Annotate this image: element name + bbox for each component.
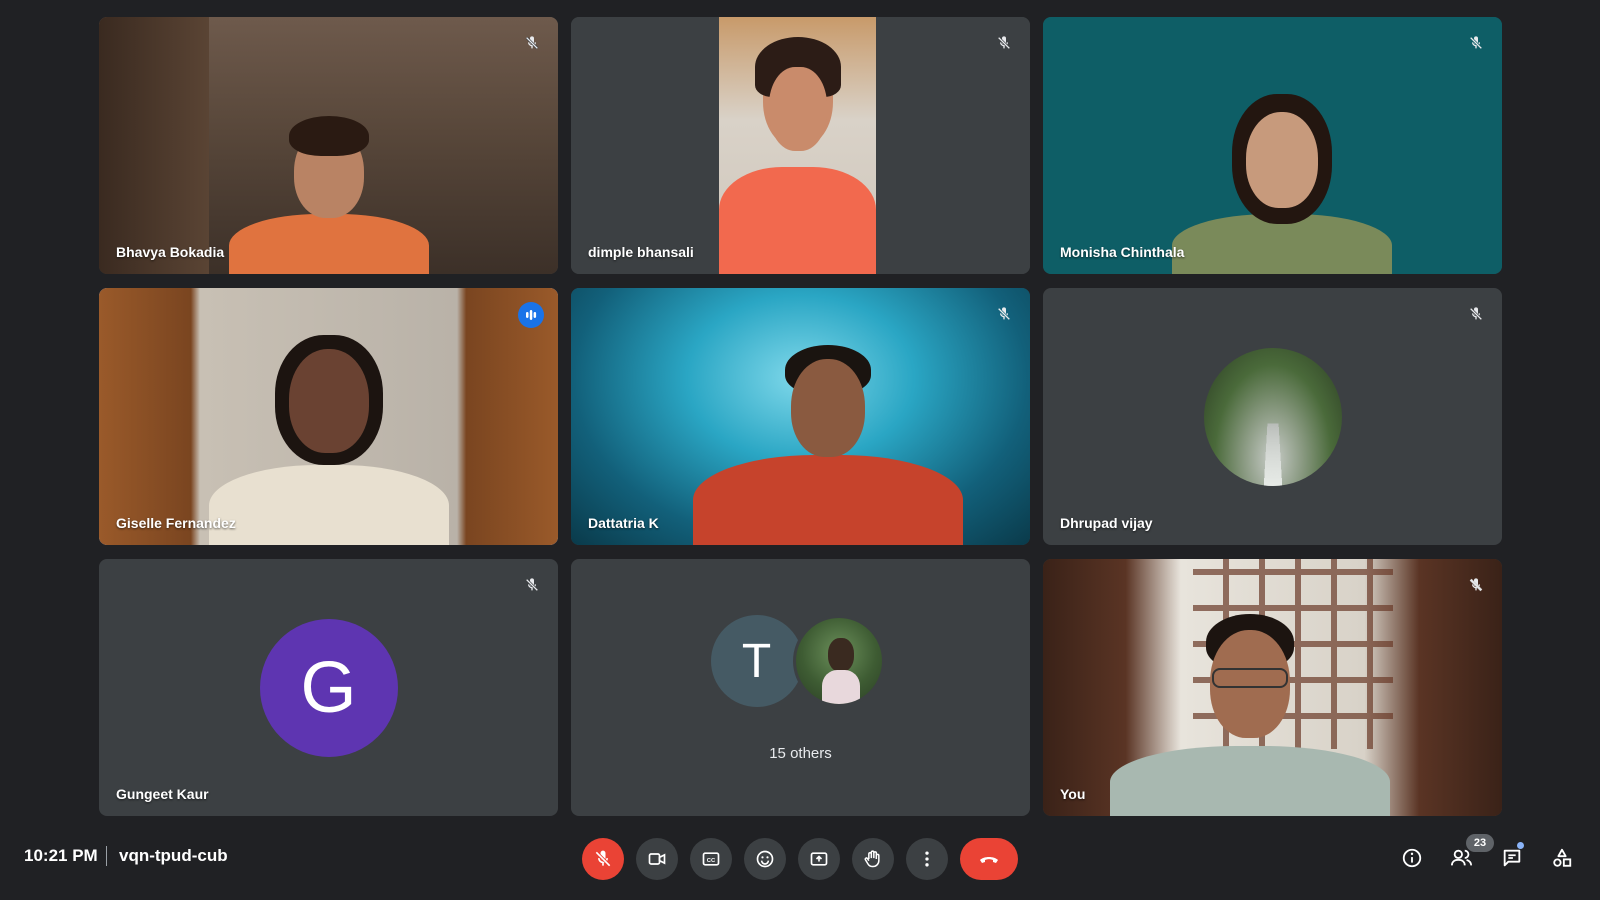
- activities-icon: [1553, 848, 1572, 867]
- mic-off-icon: [1464, 573, 1488, 597]
- avatar-letter: G: [300, 647, 357, 728]
- participant-name: Gungeet Kaur: [116, 786, 209, 802]
- mic-toggle-button[interactable]: [582, 838, 624, 880]
- reactions-button[interactable]: [744, 838, 786, 880]
- avatar: G: [259, 618, 398, 757]
- captions-icon: CC: [702, 852, 720, 866]
- chat-icon: [1503, 849, 1521, 867]
- mic-off-icon: [595, 850, 611, 867]
- mic-off-icon: [992, 302, 1016, 326]
- raise-hand-button[interactable]: [852, 838, 894, 880]
- glasses: [1211, 668, 1288, 688]
- mic-off-icon: [1464, 31, 1488, 55]
- raise-hand-icon: [864, 850, 880, 868]
- avatar-photo: [792, 615, 885, 707]
- participant-name: Giselle Fernandez: [116, 515, 236, 531]
- participant-video: [1109, 606, 1390, 816]
- leave-call-button[interactable]: [960, 838, 1018, 880]
- captions-button[interactable]: CC: [690, 838, 732, 880]
- profile-photo: [1203, 347, 1342, 486]
- mic-off-icon: [520, 31, 544, 55]
- participant-tile-gungeet[interactable]: G Gungeet Kaur: [99, 559, 558, 816]
- svg-text:CC: CC: [707, 858, 716, 864]
- activities-button[interactable]: [1542, 838, 1582, 878]
- unread-dot: [1517, 842, 1524, 849]
- participant-tile-dhrupad[interactable]: Dhrupad vijay: [1043, 288, 1502, 545]
- camera-toggle-button[interactable]: [636, 838, 678, 880]
- others-avatars: T: [710, 615, 891, 711]
- participant-name: Dattatria K: [588, 515, 659, 531]
- participant-name: You: [1060, 786, 1086, 802]
- participant-tile-monisha[interactable]: Monisha Chinthala: [1043, 17, 1502, 274]
- more-options-button[interactable]: [906, 838, 948, 880]
- others-tile[interactable]: T 15 others: [571, 559, 1030, 816]
- participant-tile-dimple[interactable]: dimple bhansali: [571, 17, 1030, 274]
- present-button[interactable]: [798, 838, 840, 880]
- leave-call-icon: [980, 857, 998, 863]
- participant-name: Dhrupad vijay: [1060, 515, 1153, 531]
- participant-tile-giselle[interactable]: Giselle Fernandez: [99, 288, 558, 545]
- video-feed: [719, 17, 876, 274]
- avatar-letter: T: [741, 634, 772, 688]
- speaking-indicator-icon: [518, 302, 544, 328]
- mic-off-icon: [992, 31, 1016, 55]
- participant-video: [1171, 94, 1392, 274]
- meeting-code: vqn-tpud-cub: [119, 846, 228, 865]
- people-count-badge: 23: [1466, 834, 1494, 852]
- participant-name: Bhavya Bokadia: [116, 244, 225, 260]
- info-icon: [1402, 848, 1422, 868]
- participant-tile-dattatria[interactable]: Dattatria K: [571, 288, 1030, 545]
- people-button[interactable]: 23: [1442, 834, 1494, 878]
- others-count: 15 others: [769, 745, 832, 762]
- mic-off-icon: [1464, 302, 1488, 326]
- emoji-icon: [756, 850, 774, 868]
- participant-video: [228, 104, 429, 274]
- avatar: T: [710, 615, 803, 707]
- camera-icon: [648, 853, 666, 865]
- participant-name: dimple bhansali: [588, 244, 694, 260]
- participant-tile-bhavya[interactable]: Bhavya Bokadia: [99, 17, 558, 274]
- participant-video: [208, 315, 449, 545]
- participant-grid: Bhavya Bokadia dimple bhansali Monisha C…: [99, 17, 1503, 817]
- participant-name: Monisha Chinthala: [1060, 244, 1185, 260]
- participant-video: [719, 167, 876, 274]
- participant-video: [693, 325, 964, 545]
- meeting-details-button[interactable]: [1392, 838, 1432, 878]
- meeting-clock: 10:21 PM: [24, 846, 98, 865]
- present-screen-icon: [810, 852, 828, 866]
- mic-off-icon: [520, 573, 544, 597]
- bottom-toolbar: 10:21 PM vqn-tpud-cub CC 23: [0, 824, 1600, 888]
- wall-frame: [99, 17, 209, 274]
- divider: [106, 846, 107, 866]
- chat-button[interactable]: [1492, 838, 1532, 878]
- participant-tile-self[interactable]: You: [1043, 559, 1502, 816]
- more-options-icon: [925, 851, 929, 867]
